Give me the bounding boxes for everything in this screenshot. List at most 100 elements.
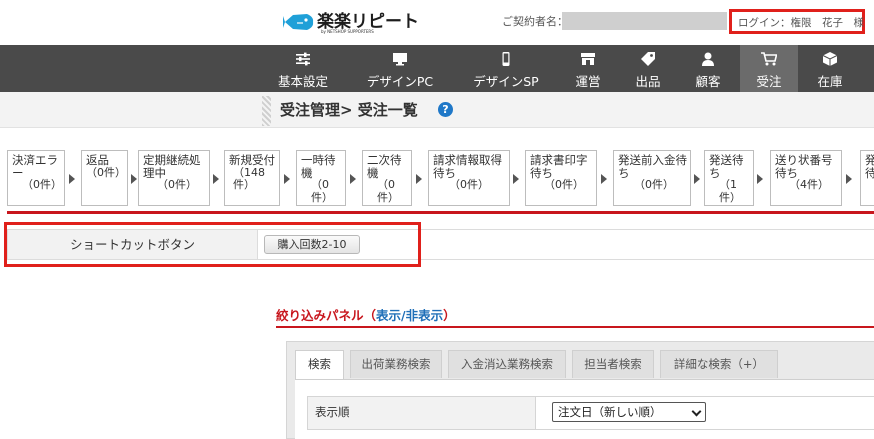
status-count: （0件） <box>311 178 333 204</box>
nav-label: デザインSP <box>473 74 539 89</box>
flow-arrow-icon <box>131 174 137 184</box>
chevron-down-icon <box>691 406 702 417</box>
status-count: （0件） <box>86 165 126 179</box>
nav-label: 基本設定 <box>277 74 328 89</box>
box-icon <box>822 52 838 66</box>
status-secondary-hold[interactable]: 二次待機 （0件） <box>362 150 412 206</box>
tab-payment-reconcile-search[interactable]: 入金消込業務検索 <box>448 350 566 378</box>
main-nav: 基本設定 デザインPC デザインSP 運営 出品 顧客 受注 在庫 <box>0 45 874 92</box>
tab-search[interactable]: 検索 <box>295 350 344 380</box>
contractor-name-redacted <box>562 12 727 30</box>
nav-label: デザインPC <box>366 74 434 89</box>
title-grip <box>262 96 271 126</box>
cart-icon <box>761 52 777 66</box>
nav-label: 運営 <box>575 74 601 89</box>
status-invoice-print-wait[interactable]: 請求書印字待ち （0件） <box>525 150 597 206</box>
nav-item-design-sp[interactable]: デザインSP <box>463 45 549 92</box>
contractor-label: ご契約者名： <box>502 15 568 28</box>
page-title-bar: 受注管理> 受注一覧 ? <box>0 92 874 128</box>
flow-arrow-icon <box>757 174 763 184</box>
flow-arrow-icon <box>846 174 852 184</box>
status-label: 請求情報取得待ち <box>433 153 502 180</box>
status-shipping-wait[interactable]: 発送待ち （1件） <box>704 150 754 206</box>
nav-item-orders[interactable]: 受注 <box>740 45 798 92</box>
nav-item-listing[interactable]: 出品 <box>622 45 674 92</box>
status-payment-error[interactable]: 決済エラー （0件） <box>7 150 65 206</box>
status-label: 返品 <box>86 153 109 167</box>
header: 楽楽リピート by NETSHOP SUPPORTERS ご契約者名： ログイン… <box>0 0 874 45</box>
status-label: 新規受付 <box>229 153 275 167</box>
status-label: 発送待 <box>865 153 874 180</box>
status-return[interactable]: 返品 （0件） <box>81 150 128 206</box>
sort-order-label: 表示順 <box>308 397 536 429</box>
logo-subtitle: by NETSHOP SUPPORTERS <box>321 29 374 34</box>
nav-item-inventory[interactable]: 在庫 <box>804 45 856 92</box>
logo[interactable]: 楽楽リピート by NETSHOP SUPPORTERS <box>283 6 419 38</box>
flow-arrow-icon <box>416 174 422 184</box>
login-user-text: ログイン：権限 花子 様 <box>738 17 864 29</box>
status-temporary-hold[interactable]: 一時待機 （0件） <box>296 150 346 206</box>
flow-arrow-icon <box>350 174 356 184</box>
sliders-icon <box>296 52 310 66</box>
status-prepayment-wait[interactable]: 発送前入金待ち （0件） <box>613 150 691 206</box>
status-new-order[interactable]: 新規受付 （148件） <box>224 150 280 206</box>
shortcut-highlight-frame <box>4 222 421 267</box>
search-panel-body: 表示順 注文日（新しい順） <box>295 379 874 439</box>
tag-icon <box>641 52 655 66</box>
status-label: 定期継続処理中 <box>143 153 201 180</box>
tab-shipping-search[interactable]: 出荷業務検索 <box>350 350 442 378</box>
status-subscription-processing[interactable]: 定期継続処理中 （0件） <box>138 150 210 206</box>
status-shipping-wait-2[interactable]: 発送待 <box>860 150 874 206</box>
monitor-icon <box>393 53 407 66</box>
filter-title-suffix: ） <box>443 308 456 323</box>
filter-title-prefix: 絞り込みパネル（ <box>276 308 377 323</box>
page: 楽楽リピート by NETSHOP SUPPORTERS ご契約者名： ログイン… <box>0 0 874 439</box>
tab-advanced-search[interactable]: 詳細な検索（+） <box>660 350 778 378</box>
sort-order-value: 注文日（新しい順） <box>558 405 662 419</box>
section-divider <box>7 211 874 214</box>
sort-order-row: 表示順 注文日（新しい順） <box>307 396 874 430</box>
flow-arrow-icon <box>694 174 700 184</box>
flow-arrow-icon <box>513 174 519 184</box>
status-label: 決済エラー <box>12 153 58 180</box>
status-count: （0件） <box>634 178 674 191</box>
status-count: （0件） <box>22 178 62 191</box>
status-label: 二次待機 <box>367 153 402 180</box>
status-label: 発送前入金待ち <box>618 153 687 180</box>
status-label: 送り状番号待ち <box>775 153 833 180</box>
status-billing-info-wait[interactable]: 請求情報取得待ち （0件） <box>428 150 510 206</box>
page-title: 受注管理> 受注一覧 <box>280 101 418 119</box>
status-tracking-number-wait[interactable]: 送り状番号待ち （4件） <box>770 150 842 206</box>
status-count: （0件） <box>377 178 399 204</box>
search-panel: 検索 出荷業務検索 入金消込業務検索 担当者検索 詳細な検索（+） 表示順 注文… <box>286 341 874 439</box>
tab-staff-search[interactable]: 担当者検索 <box>572 350 654 378</box>
status-label: 発送待ち <box>709 153 744 180</box>
nav-item-customers[interactable]: 顧客 <box>682 45 734 92</box>
status-count: （148件） <box>233 165 265 191</box>
filter-divider <box>276 326 874 328</box>
nav-label: 在庫 <box>817 74 843 89</box>
flow-arrow-icon <box>69 174 75 184</box>
nav-item-design-pc[interactable]: デザインPC <box>357 45 443 92</box>
status-count: （1件） <box>719 178 741 204</box>
status-count: （0件） <box>157 178 197 191</box>
nav-item-operations[interactable]: 運営 <box>562 45 614 92</box>
status-label: 一時待機 <box>301 153 336 180</box>
order-status-flow: 決済エラー （0件） 返品 （0件） 定期継続処理中 （0件） 新規受付 （14… <box>0 150 874 210</box>
nav-item-basic-settings[interactable]: 基本設定 <box>270 45 336 92</box>
status-count: （4件） <box>789 178 829 191</box>
nav-label: 出品 <box>635 74 661 89</box>
login-info: ログイン：権限 花子 様 <box>729 9 865 34</box>
flow-arrow-icon <box>213 174 219 184</box>
filter-panel-title: 絞り込みパネル（表示/非表示） <box>276 305 456 324</box>
flow-arrow-icon <box>284 174 290 184</box>
help-icon[interactable]: ? <box>438 102 453 117</box>
status-count: （0件） <box>544 178 584 191</box>
storefront-icon <box>581 53 595 65</box>
nav-label: 顧客 <box>695 74 721 89</box>
smartphone-icon <box>502 52 510 66</box>
filter-toggle-link[interactable]: 表示/非表示 <box>376 308 443 323</box>
status-label: 請求書印字待ち <box>530 153 588 180</box>
sort-order-select[interactable]: 注文日（新しい順） <box>552 402 706 422</box>
flow-arrow-icon <box>601 174 607 184</box>
